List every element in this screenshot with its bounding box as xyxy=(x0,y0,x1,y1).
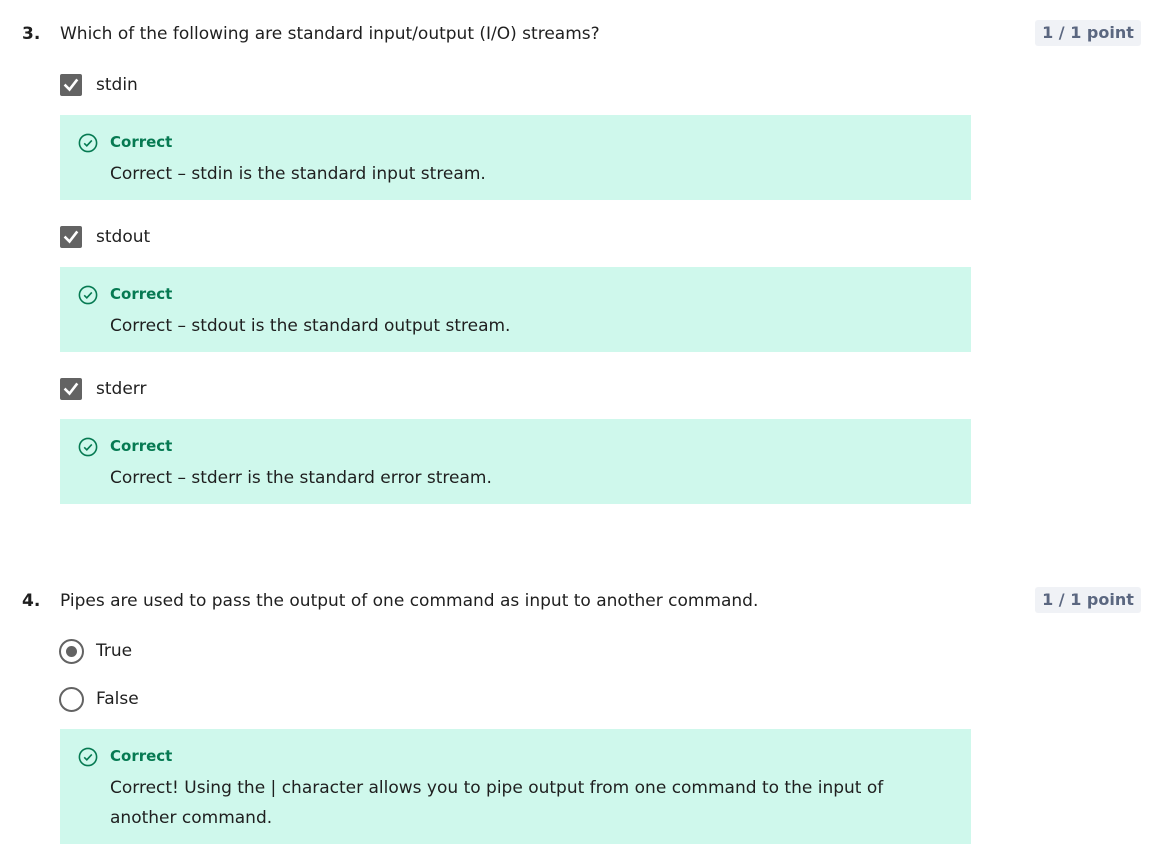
question-text: Which of the following are standard inpu… xyxy=(60,24,600,44)
checkbox-checked[interactable] xyxy=(60,226,82,248)
check-circle-icon xyxy=(78,285,98,305)
option-stderr[interactable]: stderr xyxy=(60,377,660,401)
option-label: stdin xyxy=(96,75,138,95)
question-text: Pipes are used to pass the output of one… xyxy=(60,591,759,611)
option-stdin[interactable]: stdin xyxy=(60,73,660,97)
check-circle-icon xyxy=(78,133,98,153)
feedback-correct: Correct Correct – stdin is the standard … xyxy=(60,115,971,200)
question-number: 4. xyxy=(22,591,41,611)
check-circle-icon xyxy=(78,747,98,767)
option-label: False xyxy=(96,689,139,709)
option-stdout[interactable]: stdout xyxy=(60,225,660,249)
check-circle-icon xyxy=(78,437,98,457)
feedback-correct: Correct Correct – stdout is the standard… xyxy=(60,267,971,352)
option-label: stderr xyxy=(96,379,147,399)
feedback-text: Correct – stdout is the standard output … xyxy=(110,316,511,336)
points-badge: 1 / 1 point xyxy=(1035,587,1141,613)
feedback-text: Correct – stderr is the standard error s… xyxy=(110,468,492,488)
checkbox-checked[interactable] xyxy=(60,74,82,96)
feedback-title: Correct xyxy=(110,133,173,151)
option-false[interactable]: False xyxy=(59,687,660,712)
feedback-correct: Correct Correct! Using the | character a… xyxy=(60,729,971,844)
points-badge: 1 / 1 point xyxy=(1035,20,1141,46)
feedback-correct: Correct Correct – stderr is the standard… xyxy=(60,419,971,504)
checkmark-icon xyxy=(63,382,79,396)
feedback-title: Correct xyxy=(110,747,173,765)
feedback-text: Correct – stdin is the standard input st… xyxy=(110,164,486,184)
option-true[interactable]: True xyxy=(59,639,660,664)
feedback-title: Correct xyxy=(110,437,173,455)
feedback-text: Correct! Using the | character allows yo… xyxy=(110,778,884,828)
checkbox-checked[interactable] xyxy=(60,378,82,400)
radio-dot xyxy=(66,646,77,657)
radio-selected[interactable] xyxy=(59,639,84,664)
checkmark-icon xyxy=(63,78,79,92)
radio-unselected[interactable] xyxy=(59,687,84,712)
question-4-header: 4. Pipes are used to pass the output of … xyxy=(0,587,1170,617)
checkmark-icon xyxy=(63,230,79,244)
question-3-header: 3. Which of the following are standard i… xyxy=(0,20,1170,50)
option-label: True xyxy=(96,641,133,661)
feedback-title: Correct xyxy=(110,285,173,303)
option-label: stdout xyxy=(96,227,151,247)
question-number: 3. xyxy=(22,24,41,44)
